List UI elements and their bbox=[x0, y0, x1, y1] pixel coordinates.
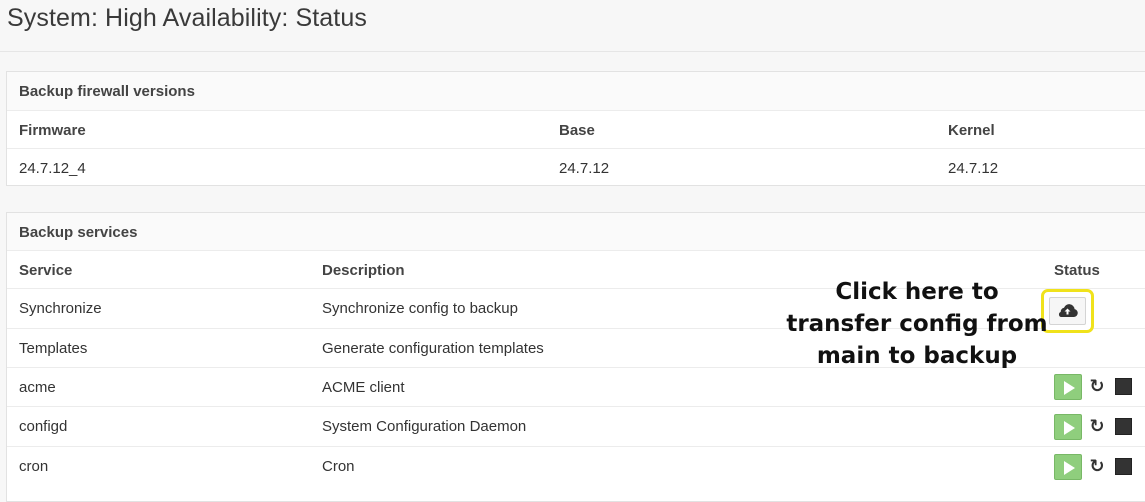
services-heading: Backup services bbox=[19, 224, 138, 241]
cloud-upload-icon bbox=[1058, 304, 1078, 317]
firmware-header: Firmware bbox=[19, 122, 86, 139]
table-row: configd System Configuration Daemon ↻ bbox=[7, 407, 1145, 447]
service-name: Synchronize bbox=[19, 300, 102, 317]
versions-heading: Backup firewall versions bbox=[19, 83, 195, 100]
service-description: Synchronize config to backup bbox=[322, 300, 518, 317]
start-acme-button[interactable] bbox=[1054, 374, 1082, 400]
service-name: cron bbox=[19, 458, 49, 475]
versions-header-row: Firmware Base Kernel bbox=[7, 111, 1145, 149]
kernel-value: 24.7.12 bbox=[948, 160, 999, 177]
synchronize-button[interactable] bbox=[1049, 297, 1086, 325]
kernel-header: Kernel bbox=[948, 122, 995, 139]
versions-value-row: 24.7.12_4 24.7.12 24.7.12 bbox=[7, 149, 1145, 187]
service-description: ACME client bbox=[322, 379, 405, 396]
stop-cron-button[interactable] bbox=[1115, 458, 1132, 475]
firmware-value: 24.7.12_4 bbox=[19, 160, 86, 177]
base-value: 24.7.12 bbox=[559, 160, 610, 177]
restart-configd-button[interactable]: ↻ bbox=[1088, 414, 1106, 438]
service-description: System Configuration Daemon bbox=[322, 418, 527, 435]
base-header: Base bbox=[559, 122, 595, 139]
table-row: cron Cron ↻ bbox=[7, 447, 1145, 487]
annotation-callout: Click here to transfer config from main … bbox=[786, 279, 1048, 369]
start-cron-button[interactable] bbox=[1054, 454, 1082, 480]
status-header: Status bbox=[1054, 262, 1100, 279]
stop-acme-button[interactable] bbox=[1115, 378, 1132, 395]
service-name: Templates bbox=[19, 340, 88, 357]
service-name: configd bbox=[19, 418, 68, 435]
stop-configd-button[interactable] bbox=[1115, 418, 1132, 435]
start-configd-button[interactable] bbox=[1054, 414, 1082, 440]
versions-heading-row: Backup firewall versions bbox=[7, 72, 1145, 111]
service-header: Service bbox=[19, 262, 73, 279]
service-name: acme bbox=[19, 379, 56, 396]
service-description: Cron bbox=[322, 458, 355, 475]
table-row: acme ACME client ↻ bbox=[7, 368, 1145, 407]
description-header: Description bbox=[322, 262, 405, 279]
versions-panel: Backup firewall versions Firmware Base K… bbox=[6, 71, 1145, 186]
service-description: Generate configuration templates bbox=[322, 340, 544, 357]
services-heading-row: Backup services bbox=[7, 213, 1145, 251]
restart-acme-button[interactable]: ↻ bbox=[1088, 374, 1106, 398]
page-title: System: High Availability: Status bbox=[7, 4, 367, 32]
page-header: System: High Availability: Status bbox=[0, 0, 1145, 52]
restart-cron-button[interactable]: ↻ bbox=[1088, 454, 1106, 478]
